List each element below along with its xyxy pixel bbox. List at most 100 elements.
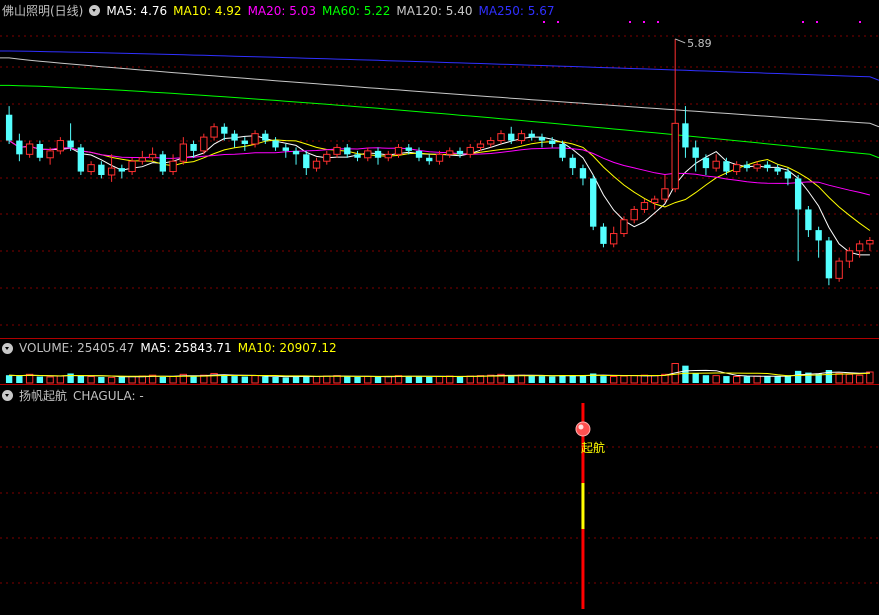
candle-body (333, 146, 341, 155)
candle-body (753, 164, 761, 169)
volume-bar (87, 376, 95, 384)
marker-dot (557, 21, 559, 23)
volume-bar (221, 375, 228, 383)
volume-bar (241, 376, 248, 383)
candle-body (651, 198, 659, 204)
candle-body (487, 140, 495, 145)
volume-bar (466, 375, 474, 384)
ma20-line (8, 140, 871, 196)
candle-body (569, 157, 576, 169)
marker-dot (657, 21, 659, 23)
volume-bar (845, 373, 854, 384)
candle-body (559, 144, 566, 158)
candle-body (200, 136, 208, 152)
price-chart[interactable]: 5.89 (0, 0, 879, 338)
volume-bar (702, 375, 710, 383)
candle-body (118, 168, 126, 172)
chevron-down-icon[interactable] (89, 5, 101, 16)
candle-body (36, 144, 44, 158)
volume-bar (508, 375, 515, 383)
candle-body (692, 147, 699, 158)
volume-bar (77, 375, 85, 383)
candle-body (87, 164, 95, 173)
volume-bar (600, 376, 607, 383)
chevron-down-icon[interactable] (2, 342, 13, 354)
candle-body (312, 160, 321, 169)
volume-bar (46, 376, 54, 384)
volume-bar (723, 376, 730, 383)
volume-bar (292, 376, 300, 383)
candle-body (323, 153, 331, 162)
chagula-label: CHAGULA: - (73, 388, 144, 403)
price-panel[interactable]: 佛山照明(日线) MA5: 4.76 MA10: 4.92 MA20: 5.03… (0, 0, 879, 338)
candle-body (508, 133, 515, 141)
indicator-panel[interactable]: 扬帆起航 CHAGULA: - 起航 (0, 385, 879, 615)
volume-bar (630, 375, 638, 384)
candle-body (764, 164, 771, 169)
ma250-line (0, 50, 879, 81)
volume-bar (374, 376, 382, 383)
volume-bar (323, 375, 331, 384)
candle-body (590, 178, 597, 227)
volume-bar (56, 375, 65, 384)
signal-ball-icon (575, 421, 591, 437)
volume-label: VOLUME: 25405.47 (19, 341, 135, 355)
candle-body (549, 140, 556, 144)
candle-body (159, 154, 167, 172)
volume-bar (98, 376, 105, 383)
indicator-chart[interactable]: 起航 (0, 385, 879, 615)
candle-body (743, 164, 751, 169)
signal-label: 起航 (581, 440, 605, 455)
volume-bar (682, 365, 689, 383)
candle-body (466, 146, 474, 155)
candle-body (374, 150, 382, 158)
volume-bar (712, 375, 720, 384)
candle-body (435, 153, 444, 162)
candle-body (610, 233, 618, 245)
volume-bar (282, 377, 289, 383)
volume-bar (549, 376, 556, 383)
candle-body (620, 219, 628, 235)
candle-body (866, 239, 874, 245)
candle-body (46, 150, 54, 159)
candle-body (169, 160, 177, 173)
ma250-label: MA250: 5.67 (478, 3, 555, 18)
candle-body (98, 164, 105, 175)
volume-bar (446, 375, 454, 384)
ma10-label: MA10: 4.92 (173, 3, 242, 18)
ma20-label: MA20: 5.03 (247, 3, 316, 18)
volume-bar (855, 374, 864, 384)
indicator-header: 扬帆起航 CHAGULA: - (2, 387, 144, 404)
candle-body (835, 260, 843, 279)
ma5-label: MA5: 4.76 (106, 3, 168, 18)
candle-body (723, 161, 730, 172)
volume-bar (312, 376, 321, 384)
volume-bar (354, 376, 361, 383)
chevron-down-icon[interactable] (2, 390, 13, 401)
volume-bar (118, 376, 126, 383)
volume-ma5-label: MA5: 25843.71 (140, 341, 232, 355)
candle-body (774, 168, 781, 172)
candle-body (262, 133, 269, 141)
candle-body (107, 167, 116, 176)
candle-body (517, 133, 526, 142)
volume-panel[interactable]: VOLUME: 25405.47 MA5: 25843.71 MA10: 209… (0, 339, 879, 384)
candle-body (354, 154, 361, 158)
volume-bar (128, 376, 136, 384)
candle-body (794, 178, 802, 210)
candle-body (855, 243, 864, 252)
candle-body (600, 226, 607, 244)
volume-bar (569, 375, 576, 383)
candle-body (446, 150, 454, 155)
candle-body (231, 133, 238, 141)
volume-ma10-label: MA10: 20907.12 (237, 341, 337, 355)
volume-bar (538, 376, 546, 383)
volume-bar (610, 376, 618, 384)
candle-body (25, 143, 34, 155)
volume-bar (159, 376, 167, 383)
candle-body (661, 188, 669, 200)
volume-bar (36, 376, 44, 383)
volume-bar (753, 375, 761, 384)
signal-ball-highlight (578, 424, 584, 430)
indicator-title: 扬帆起航 (19, 389, 68, 403)
